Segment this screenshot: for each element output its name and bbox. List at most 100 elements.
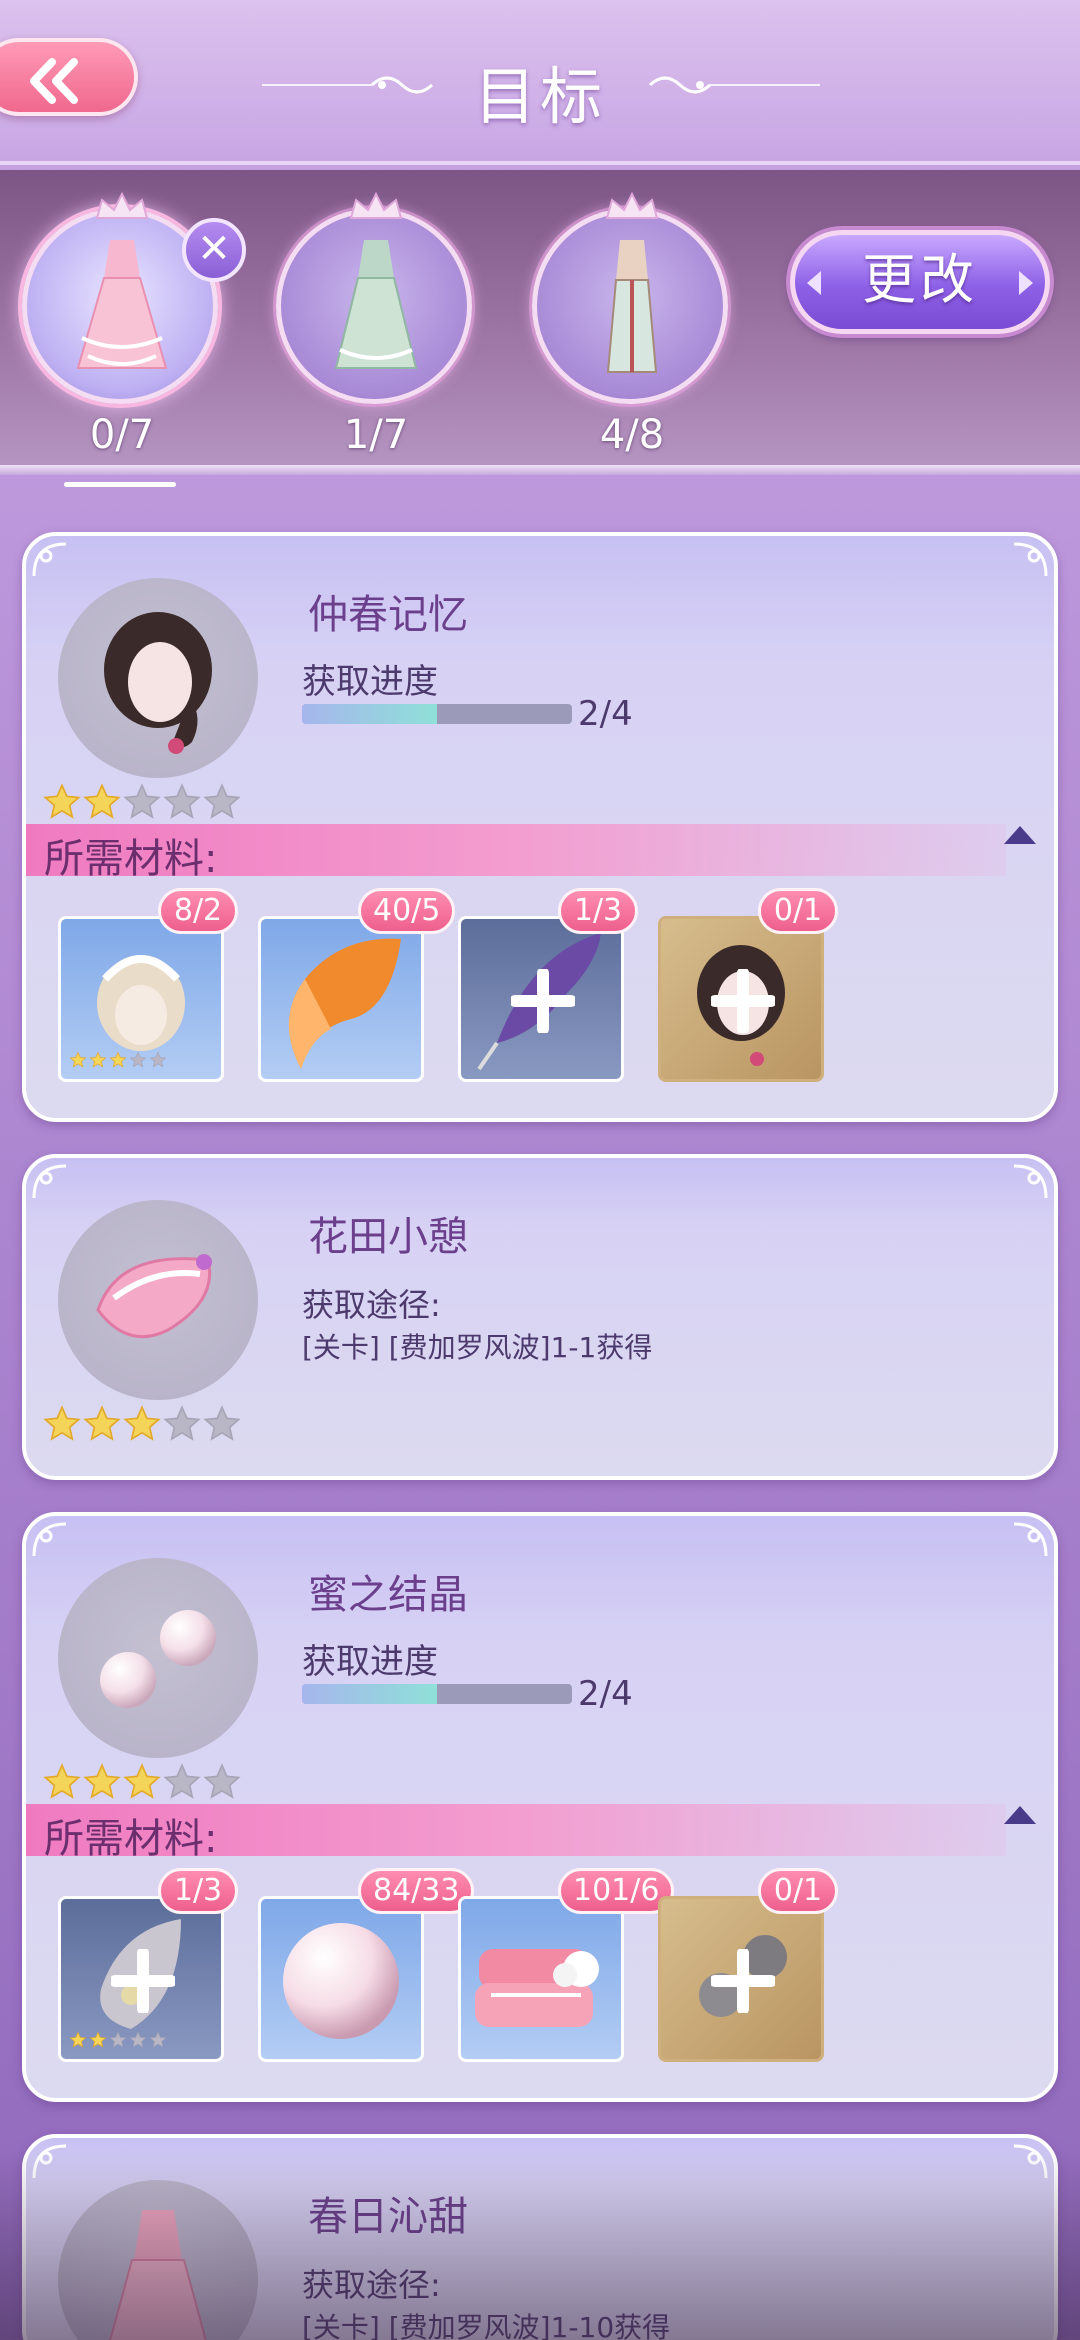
- plus-icon: [711, 969, 775, 1033]
- star-empty-icon: [202, 1762, 242, 1806]
- item-icon: [58, 1200, 258, 1400]
- pearl-icon: [283, 1923, 399, 2039]
- star-empty-icon: [122, 782, 162, 826]
- remove-target-button[interactable]: ✕: [182, 218, 246, 282]
- corner-ornament: [1013, 2144, 1048, 2179]
- progress-label: 获取进度: [302, 662, 438, 702]
- materials-list: 1/3 84/33 101/6 0/1: [58, 1868, 958, 2066]
- change-target-button[interactable]: 更改: [790, 230, 1050, 334]
- material-slot[interactable]: [58, 916, 224, 1082]
- pearls-icon: [100, 1610, 216, 1708]
- progress-count: 2/4: [578, 1674, 633, 1714]
- corner-ornament: [32, 1522, 67, 1557]
- star-filled-icon: [42, 1404, 82, 1448]
- materials-list: 8/2 40/5 1/3 0/1: [58, 888, 958, 1086]
- target-selector: 0/7 ✕ 1/7 4/8 更改: [0, 170, 1080, 487]
- target-slot-1[interactable]: 0/7 ✕: [22, 190, 246, 487]
- source-text[interactable]: [关卡] [费加罗风波]1-10获得: [302, 2306, 670, 2340]
- star-filled-icon: [89, 2031, 107, 2053]
- fox-tail-icon: [288, 938, 401, 1069]
- star-empty-icon: [149, 2031, 167, 2053]
- material-slot[interactable]: [458, 1896, 624, 2062]
- star-filled-icon: [82, 1404, 122, 1448]
- star-empty-icon: [109, 2031, 127, 2053]
- material-slot[interactable]: [258, 916, 424, 1082]
- target-count: 0/7: [89, 412, 155, 458]
- star-filled-icon: [69, 2031, 87, 2053]
- star-empty-icon: [162, 1762, 202, 1806]
- item-name: 仲春记忆: [308, 592, 468, 638]
- pink-gown-icon: [109, 2210, 207, 2340]
- target-count: 4/8: [599, 412, 665, 458]
- corner-ornament: [1013, 1164, 1048, 1199]
- star-empty-icon: [149, 1051, 167, 1073]
- crown-ornament-icon: [605, 191, 659, 219]
- material-slot[interactable]: [658, 916, 824, 1082]
- page-title: 目标: [473, 60, 606, 133]
- corner-ornament: [32, 1164, 67, 1199]
- star-empty-icon: [202, 1404, 242, 1448]
- star-filled-icon: [82, 782, 122, 826]
- material-slot[interactable]: [658, 1896, 824, 2062]
- star-empty-icon: [202, 782, 242, 826]
- corner-ornament: [1013, 542, 1048, 577]
- progress-count: 2/4: [578, 694, 633, 734]
- crown-ornament-icon: [349, 191, 403, 219]
- material-count-badge: 0/1: [758, 1868, 838, 1914]
- star-filled-icon: [122, 1404, 162, 1448]
- progress-fill: [302, 704, 437, 724]
- pink-gown-icon: [76, 240, 168, 369]
- item-card-2: 花田小憩 获取途径: [关卡] [费加罗风波]1-1获得: [22, 1154, 1058, 1480]
- material-count-badge: 0/1: [758, 888, 838, 934]
- material-slot[interactable]: [258, 1896, 424, 2062]
- source-text[interactable]: [关卡] [费加罗风波]1-1获得: [302, 1326, 652, 1366]
- star-empty-icon: [162, 1404, 202, 1448]
- pink-towel-icon: [475, 1949, 599, 2027]
- corner-ornament: [1013, 1522, 1048, 1557]
- qipao-outfit-icon: [606, 240, 658, 373]
- material-slot[interactable]: [58, 1896, 224, 2062]
- item-name: 春日沁甜: [308, 2194, 468, 2240]
- source-label: 获取途径:: [302, 1286, 441, 1324]
- materials-header: 所需材料:: [26, 1804, 1006, 1862]
- target-slot-2[interactable]: 1/7: [276, 190, 476, 460]
- source-label: 获取途径:: [302, 2266, 441, 2304]
- collapse-arrow-icon[interactable]: [1002, 820, 1038, 848]
- item-icon: [58, 2180, 258, 2340]
- material-count-badge: 101/6: [558, 1868, 675, 1914]
- active-target-indicator: [64, 482, 176, 487]
- plus-icon: [511, 969, 575, 1033]
- item-icon: [58, 578, 258, 778]
- rarity-stars: [42, 1404, 242, 1448]
- material-stars: [69, 2031, 167, 2053]
- item-card-4: 春日沁甜 获取途径: [关卡] [费加罗风波]1-10获得: [22, 2134, 1058, 2340]
- item-icon: [58, 1558, 258, 1758]
- item-card-3: 蜜之结晶 获取进度 2/4 所需材料: 1/3 84/33 101/6 0/1: [22, 1512, 1058, 2102]
- corner-ornament: [32, 542, 67, 577]
- close-icon: ✕: [197, 226, 231, 272]
- progress-label: 获取进度: [302, 1642, 438, 1682]
- item-name: 花田小憩: [308, 1214, 468, 1260]
- materials-header: 所需材料:: [26, 824, 1006, 882]
- progress-fill: [302, 1684, 437, 1704]
- green-gown-icon: [334, 240, 418, 369]
- star-filled-icon: [82, 1762, 122, 1806]
- star-filled-icon: [42, 782, 82, 826]
- star-empty-icon: [129, 2031, 147, 2053]
- plus-icon: [711, 1949, 775, 2013]
- star-empty-icon: [162, 782, 202, 826]
- star-filled-icon: [89, 1051, 107, 1073]
- item-card-1: 仲春记忆 获取进度 2/4 所需材料: 8/2 40/5 1/3 0/1: [22, 532, 1058, 1122]
- star-filled-icon: [109, 1051, 127, 1073]
- collapse-arrow-icon[interactable]: [1002, 1800, 1038, 1828]
- top-bar: 目标: [0, 0, 1080, 165]
- material-count-badge: 1/3: [558, 888, 638, 934]
- material-count-badge: 1/3: [158, 1868, 238, 1914]
- plus-icon: [111, 1949, 175, 2013]
- target-slot-3[interactable]: 4/8: [532, 190, 732, 460]
- material-slot[interactable]: [458, 916, 624, 1082]
- pink-bonnet-icon: [96, 1254, 212, 1339]
- material-count-badge: 84/33: [358, 1868, 475, 1914]
- rarity-stars: [42, 1762, 242, 1806]
- corner-ornament: [32, 2144, 67, 2179]
